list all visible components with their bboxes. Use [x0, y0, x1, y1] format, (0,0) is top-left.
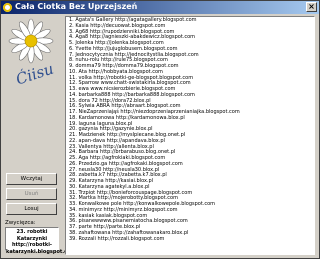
logo-text: Ćiisu: [14, 60, 56, 89]
title-bar[interactable]: Cała Ciotka Bez Uprzejszeń ×: [1, 1, 319, 14]
delete-button[interactable]: Usuń: [6, 188, 57, 200]
winner-box: 23. robotki Katarzynki http://robotki-ka…: [5, 227, 76, 255]
window-title: Cała Ciotka Bez Uprzejszeń: [15, 2, 138, 11]
entries-list: 1. Agata's Gallery http://agatagallery.b…: [69, 17, 314, 243]
draw-button[interactable]: Losuj: [6, 203, 57, 215]
entries-listbox[interactable]: 1. Agata's Gallery http://agatagallery.b…: [65, 16, 315, 255]
daisy-icon: [3, 3, 12, 12]
winner-label: Zwycięzca:: [5, 220, 36, 226]
daisy-logo: Ćiisu: [8, 18, 56, 89]
close-button[interactable]: ×: [306, 2, 317, 12]
load-button[interactable]: Wczytaj: [6, 173, 57, 185]
app-window: Cała Ciotka Bez Uprzejszeń × Ćiisu Wczyt: [0, 0, 320, 259]
winner-text: 23. robotki Katarzynki http://robotki-ka…: [6, 229, 76, 255]
list-item[interactable]: 39. Rozzali http://rozzali.blogspot.com: [69, 236, 314, 243]
